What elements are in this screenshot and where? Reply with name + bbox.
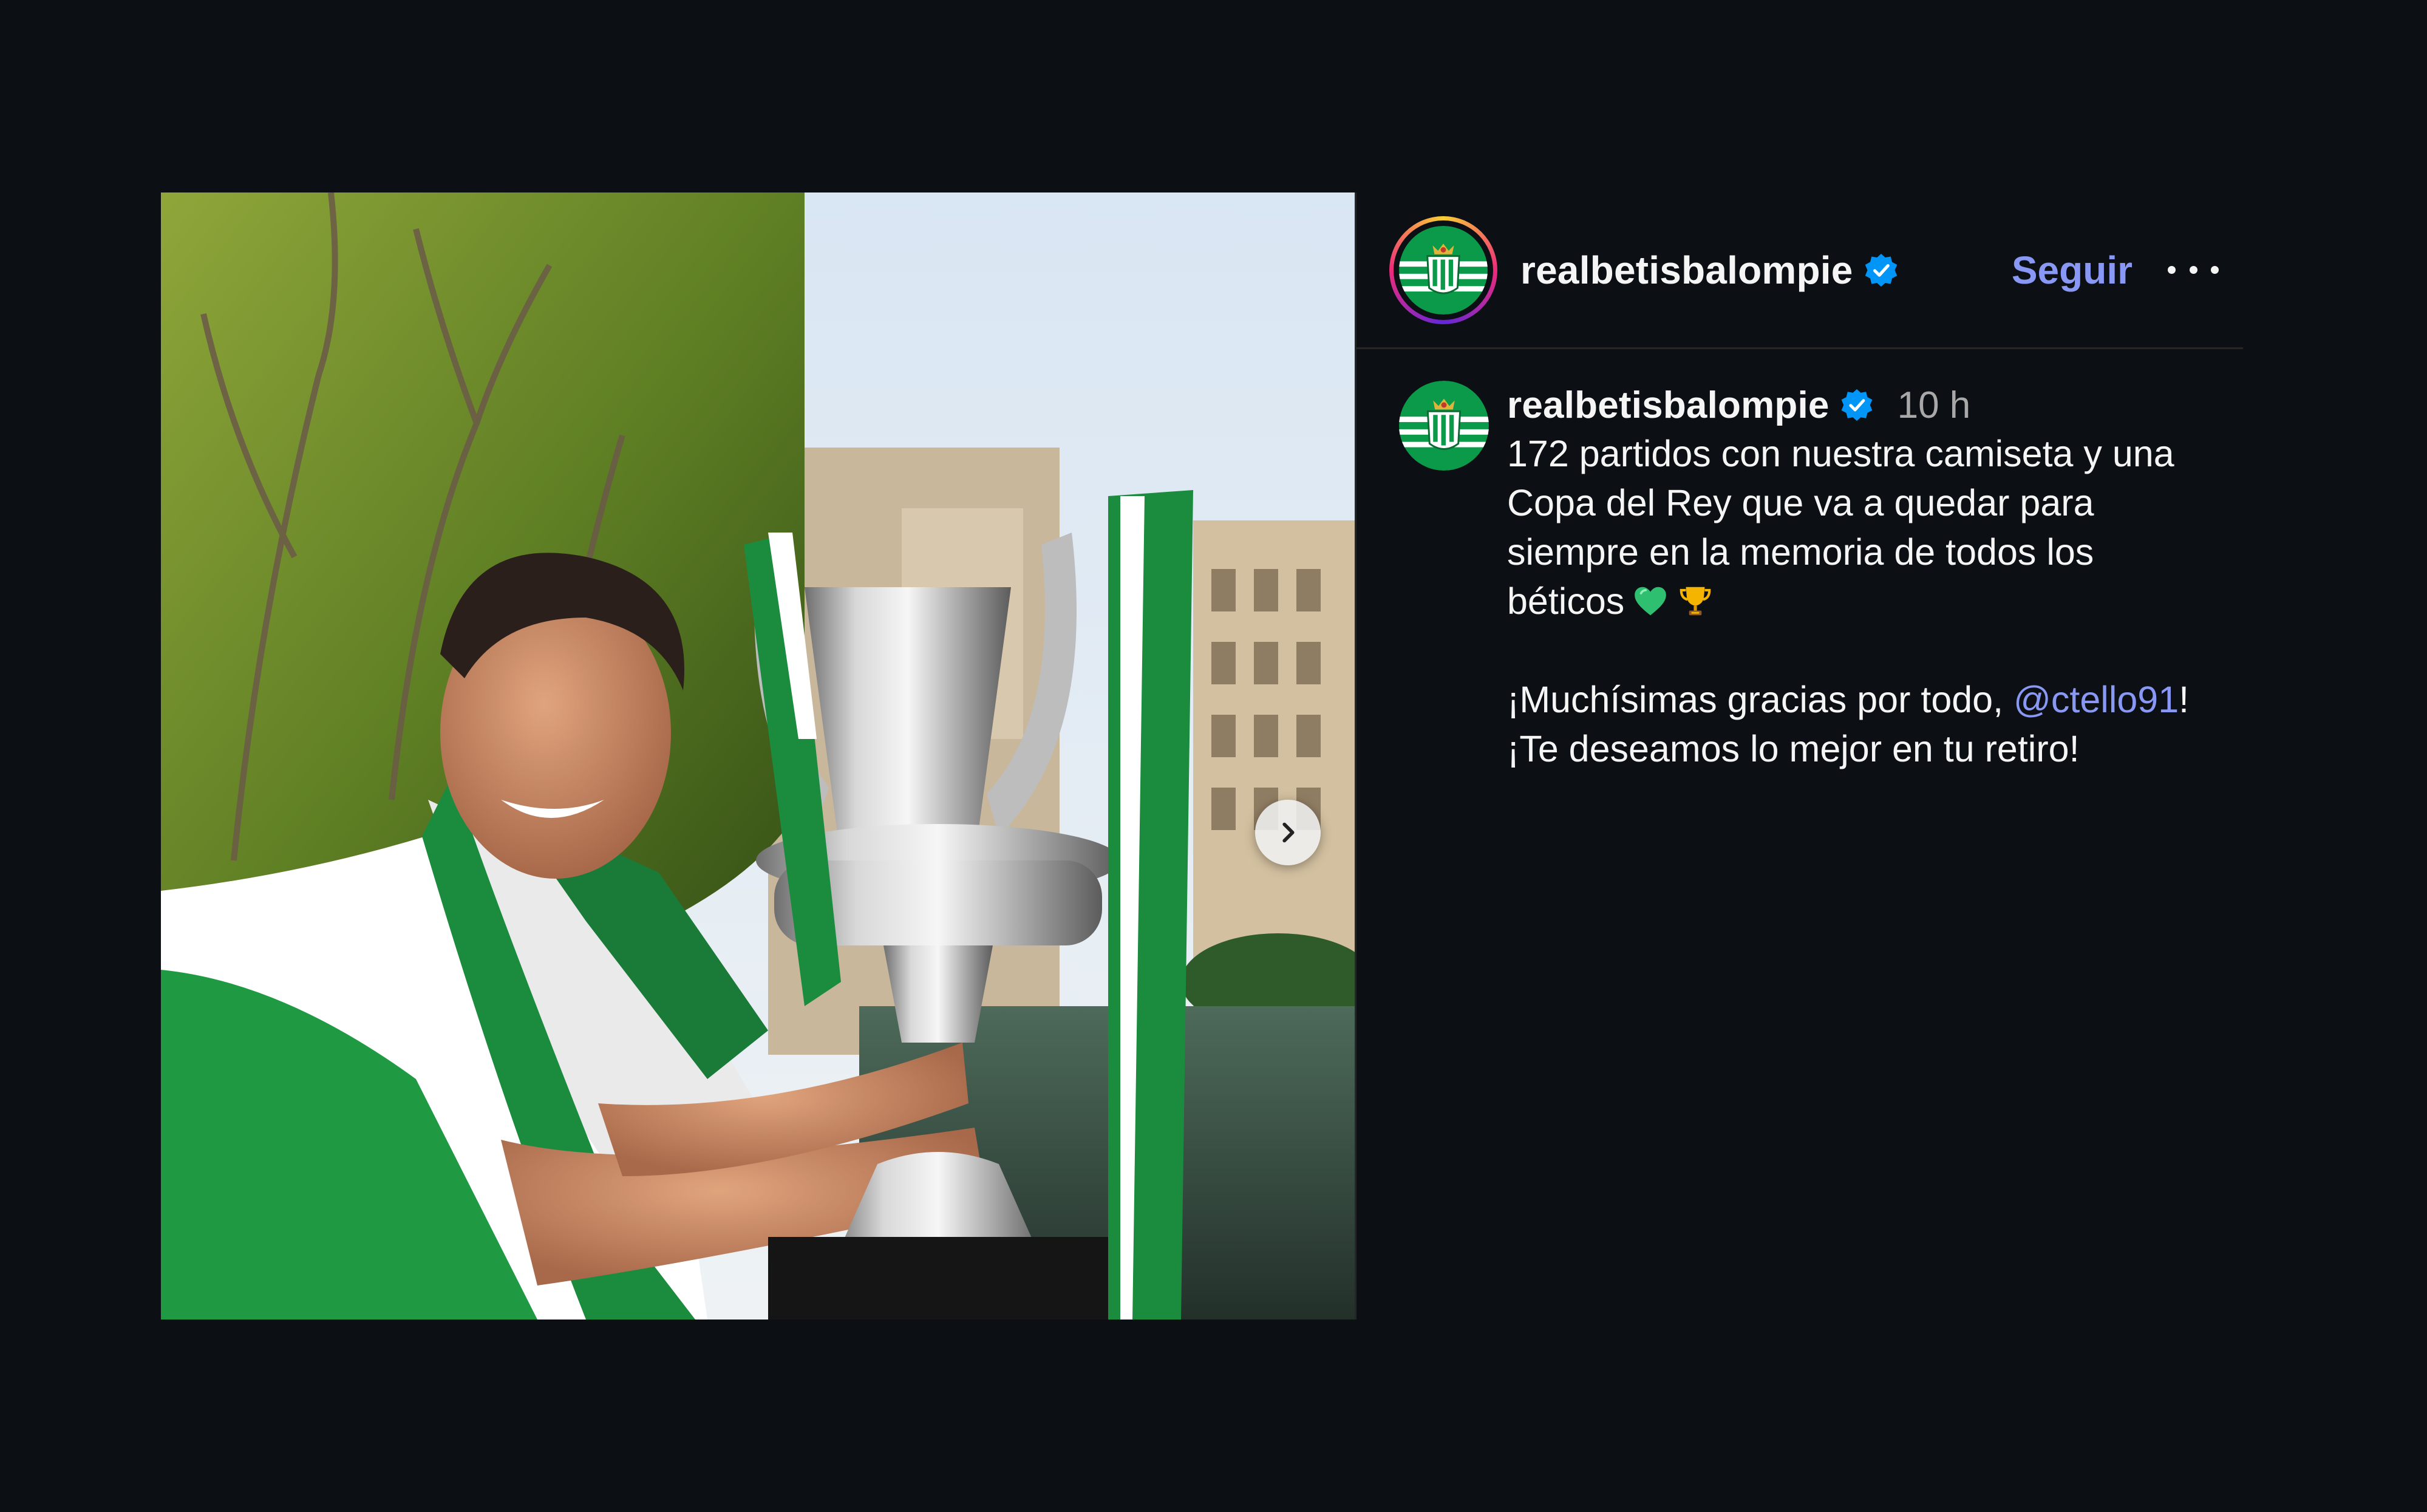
caption-avatar[interactable] [1399,381,1489,471]
story-ring[interactable] [1389,216,1497,324]
caption-body: realbetisbalompie 10 h 172 partidos con … [1507,381,2193,774]
profile-avatar[interactable] [1399,225,1488,315]
betis-crest-icon [1399,381,1489,471]
post-header: realbetisbalompie Seguir [1356,192,2243,349]
more-options-icon[interactable] [2168,261,2219,279]
caption-username[interactable]: realbetisbalompie [1507,384,1830,427]
verified-badge-icon [1863,252,1899,288]
chevron-right-icon [1282,822,1295,843]
verified-badge-icon [1839,387,1874,423]
mention-link[interactable]: @ctello91 [2013,679,2179,720]
next-media-button[interactable] [1255,800,1321,865]
post-timestamp[interactable]: 10 h [1898,384,1971,427]
post-side-panel: realbetisbalompie Seguir realbetisbalomp… [1355,192,2243,1320]
caption-line-2-suffix: ! [2179,679,2190,720]
caption-line-1: 172 partidos con nuestra camiseta y una … [1507,433,2185,622]
post-media[interactable] [161,192,1355,1320]
caption-header: realbetisbalompie 10 h [1507,381,2193,429]
caption-line-2-prefix: ¡Muchísimas gracias por todo, [1507,679,2013,720]
caption-text: 172 partidos con nuestra camiseta y una … [1507,429,2193,774]
green-heart-icon [1632,582,1669,620]
post-caption: realbetisbalompie 10 h 172 partidos con … [1399,381,2219,774]
caption-line-3: ¡Te deseamos lo mejor en tu retiro! [1507,728,2080,769]
instagram-post: realbetisbalompie Seguir realbetisbalomp… [161,192,2243,1320]
betis-crest-icon [1399,225,1488,315]
trophy-icon [1676,582,1714,620]
follow-button[interactable]: Seguir [2012,248,2133,293]
header-username[interactable]: realbetisbalompie [1520,248,1853,293]
post-photo [161,192,1355,1320]
